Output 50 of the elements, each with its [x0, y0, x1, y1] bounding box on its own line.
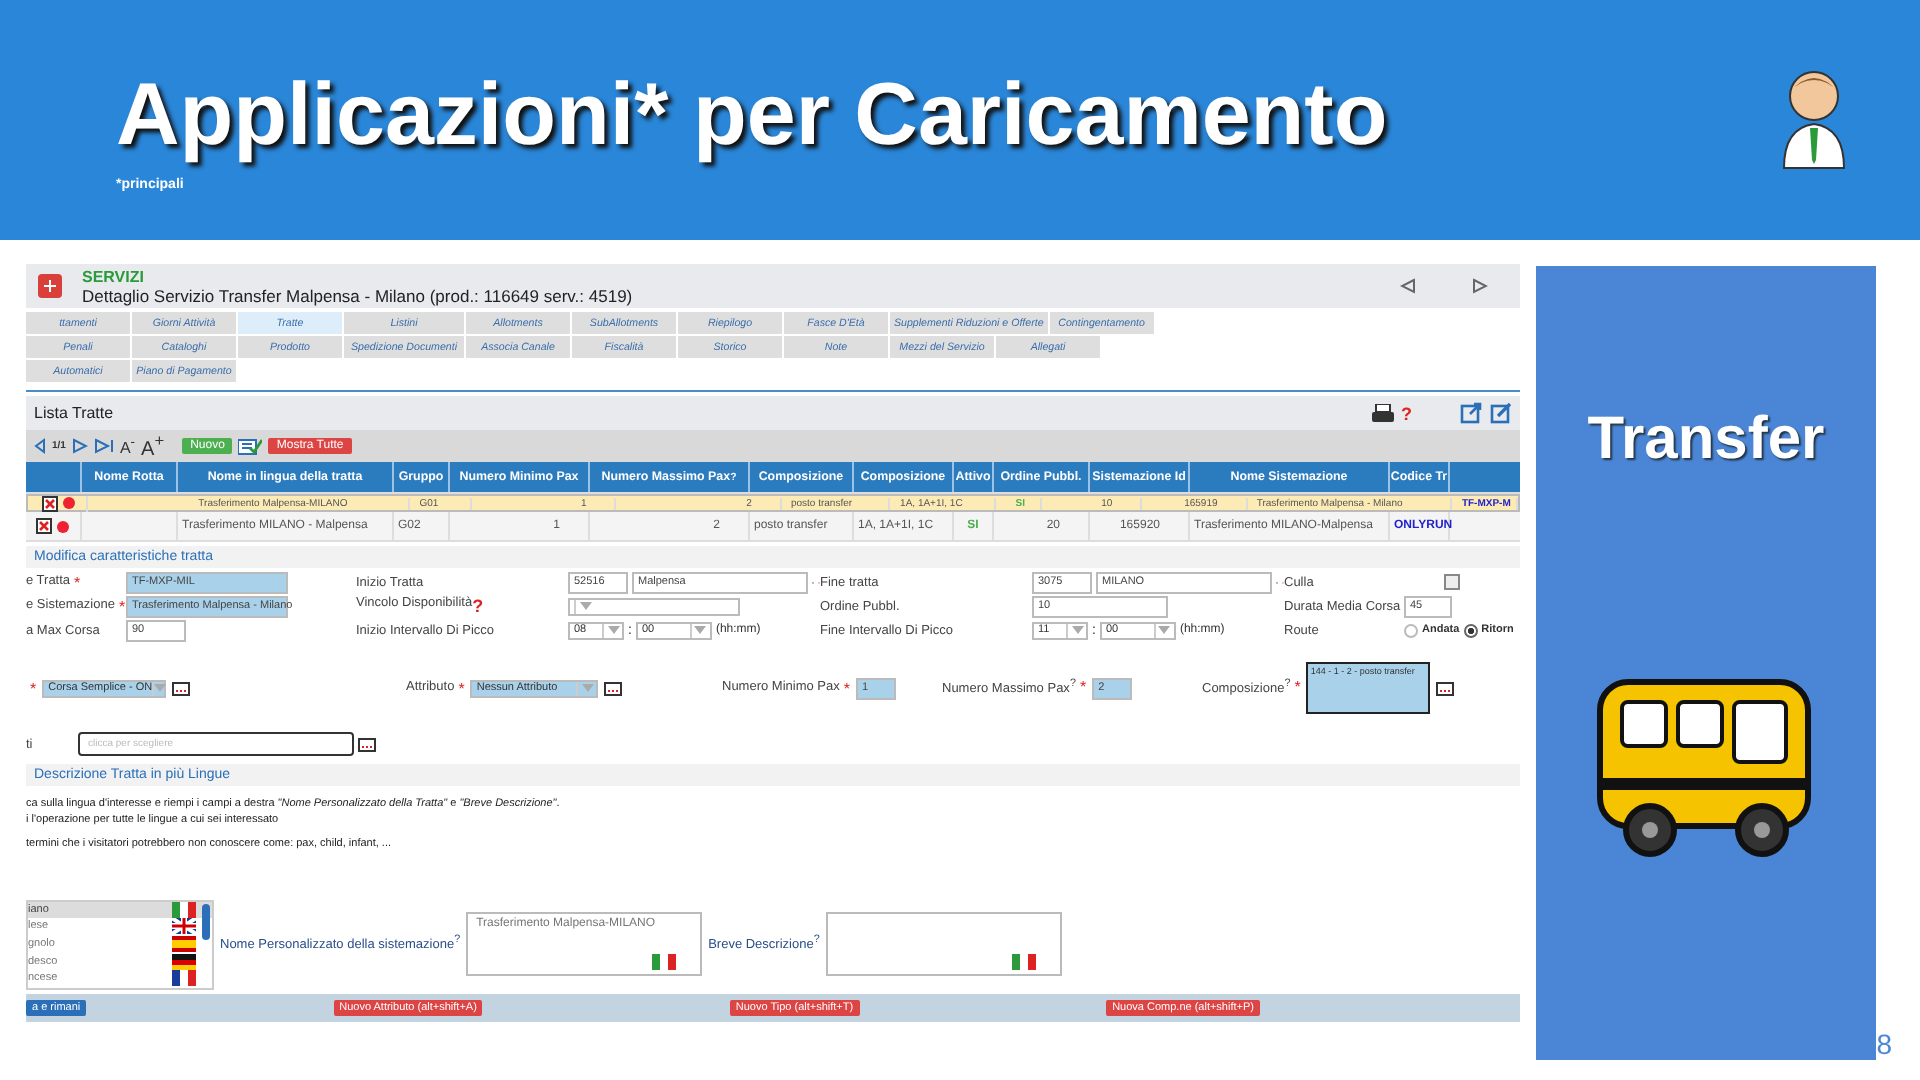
caret-icon [607, 626, 619, 634]
detail-title: Dettaglio Servizio Transfer Malpensa - Milano (prod.: 116649 serv.: 4519) [82, 285, 635, 305]
edit-icon[interactable] [1490, 402, 1512, 424]
flag-icon [172, 901, 196, 918]
flag-icon [1011, 954, 1036, 970]
external-link-icon[interactable] [1460, 402, 1482, 424]
caret-icon [1071, 626, 1083, 634]
last-page-icon[interactable] [93, 438, 114, 454]
caret-icon [154, 684, 167, 692]
caret-icon [581, 684, 594, 692]
flag-icon [172, 970, 196, 987]
caret-icon [1158, 626, 1171, 634]
app-logo-icon [38, 274, 62, 298]
font-size-button[interactable]: A$^{+}$ [141, 430, 165, 462]
help-icon[interactable]: ? [1401, 403, 1412, 423]
section-title: SERVIZI [82, 267, 146, 285]
help-icon[interactable]: ? [472, 596, 484, 616]
radio-button[interactable] [1404, 623, 1418, 637]
required-mark: * [74, 573, 81, 591]
print-icon[interactable] [1371, 403, 1393, 423]
next-page-icon[interactable] [71, 438, 88, 454]
caret-icon [694, 626, 707, 634]
person-avatar-icon [1780, 68, 1848, 172]
status-dot-icon[interactable] [62, 496, 76, 510]
checkbox[interactable] [1444, 574, 1460, 590]
next-icon[interactable] [1472, 278, 1488, 294]
font-size-button[interactable]: A$^{-}$ [119, 435, 136, 457]
slide-title: Applicazioni* per Caricamento [116, 65, 1388, 165]
delete-icon[interactable] [36, 518, 52, 534]
flag-icon [172, 935, 196, 952]
required-mark: * [1079, 678, 1087, 697]
delete-icon[interactable] [42, 495, 58, 511]
previous-icon[interactable] [1400, 278, 1416, 294]
radio-button[interactable] [1463, 623, 1478, 637]
required-mark: * [30, 679, 37, 697]
list-title: Lista Tratte [34, 404, 114, 422]
first-page-icon[interactable] [34, 438, 46, 454]
scrollbar-thumb[interactable] [202, 903, 210, 939]
status-dot-icon[interactable] [56, 519, 70, 533]
checklist-icon[interactable] [238, 437, 263, 455]
required-mark: * [1294, 678, 1301, 697]
flag-icon [172, 953, 196, 970]
panel-title: Transfer [1587, 406, 1825, 474]
required-mark: * [458, 679, 465, 697]
page-number: 8 [1876, 1028, 1892, 1060]
flag-icon [172, 918, 196, 935]
required-mark: * [118, 597, 126, 615]
required-mark: * [843, 679, 851, 697]
flag-icon [652, 954, 677, 970]
caret-icon [579, 602, 591, 610]
